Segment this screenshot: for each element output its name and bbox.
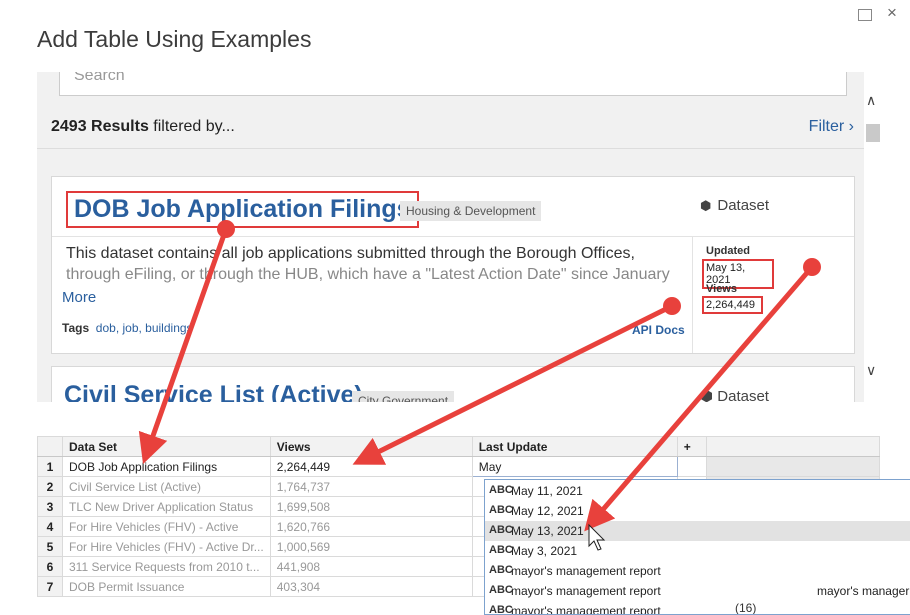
dataset-icon: ⬢: [700, 198, 712, 213]
results-suffix: filtered by...: [148, 118, 235, 135]
grid-cell[interactable]: TLC New Driver Application Status: [62, 496, 271, 517]
suggestion-item-selected[interactable]: ABC May 13, 2021: [485, 521, 910, 541]
card-title-link[interactable]: DOB Job Application Filings: [66, 191, 419, 228]
grid-cell[interactable]: 2,264,449: [269, 456, 473, 477]
suggestion-text: May 3, 2021: [511, 544, 578, 558]
text-type-icon: ABC: [489, 564, 513, 576]
suggestion-item[interactable]: ABC mayor's management report mayor's ma…: [485, 581, 910, 601]
divider: [52, 236, 854, 237]
text-type-icon: ABC: [489, 484, 513, 496]
grid-cell[interactable]: 1,000,569: [269, 536, 473, 557]
scrollbar-thumb[interactable]: [866, 124, 880, 142]
add-column-button[interactable]: +: [676, 436, 707, 457]
close-icon[interactable]: ×: [887, 3, 897, 23]
tags-row: Tags dob, job, buildings: [62, 321, 193, 335]
suggestion-item[interactable]: ABC May 12, 2021: [485, 501, 910, 521]
filter-link[interactable]: Filter ›: [809, 118, 854, 136]
text-type-icon: ABC: [489, 504, 513, 516]
card-title-link[interactable]: Civil Service List (Active): [64, 381, 363, 402]
search-placeholder: Search: [74, 72, 125, 84]
row-number: 2: [37, 476, 63, 497]
row-number: 5: [37, 536, 63, 557]
views-value: 2,264,449: [702, 296, 763, 314]
suggestion-text: May 11, 2021: [511, 484, 583, 498]
grid-cell[interactable]: 311 Service Requests from 2010 t...: [62, 556, 271, 577]
suggestion-item[interactable]: ABC May 3, 2021: [485, 541, 910, 561]
text-type-icon: ABC: [489, 544, 513, 556]
text-type-icon: ABC: [489, 524, 513, 536]
result-card: DOB Job Application Filings Housing & De…: [51, 176, 855, 354]
results-summary: 2493 Results filtered by...: [51, 118, 235, 136]
results-count: 2493 Results: [51, 118, 149, 135]
column-header[interactable]: Views: [269, 436, 473, 457]
tags-links[interactable]: dob, job, buildings: [96, 321, 193, 335]
autocomplete-dropdown: ABC May 11, 2021 ABC May 12, 2021 ABC Ma…: [484, 479, 910, 615]
text-type-icon: ABC: [489, 584, 513, 596]
grid-cell[interactable]: DOB Permit Issuance: [62, 576, 271, 597]
grid-cell[interactable]: For Hire Vehicles (FHV) - Active: [62, 516, 271, 537]
description-line: This dataset contains all job applicatio…: [66, 245, 635, 262]
suggestion-item[interactable]: ABC May 11, 2021: [485, 481, 910, 501]
suggestion-extra: mayor's manager: [817, 584, 910, 598]
empty-header: [705, 436, 880, 457]
api-docs-link[interactable]: API Docs: [632, 323, 685, 337]
dialog-title: Add Table Using Examples: [37, 26, 312, 52]
card-type-label: Dataset: [717, 388, 769, 402]
grid-cell[interactable]: [676, 456, 707, 477]
maximize-icon[interactable]: [858, 9, 872, 21]
grid-cell[interactable]: Civil Service List (Active): [62, 476, 271, 497]
suggestion-text: mayor's management report: [511, 604, 661, 615]
card-type: ⬢ Dataset: [700, 387, 769, 402]
text-type-icon: ABC: [489, 604, 513, 615]
browser-viewport: Search 2493 Results filtered by... Filte…: [37, 72, 864, 402]
suggestion-text: mayor's management report: [511, 564, 661, 578]
results-header: 2493 Results filtered by... Filter ›: [37, 108, 864, 148]
scroll-down-icon[interactable]: ∨: [866, 362, 876, 379]
corner-cell: [37, 436, 63, 457]
grid-cell[interactable]: For Hire Vehicles (FHV) - Active Dr...: [62, 536, 271, 557]
divider: [692, 236, 693, 353]
views-label: Views: [706, 283, 737, 295]
suggestion-text: May 12, 2021: [511, 504, 584, 518]
card-type-label: Dataset: [717, 197, 770, 214]
grid-cell[interactable]: 1,699,508: [269, 496, 473, 517]
tags-label: Tags: [62, 321, 90, 335]
dataset-icon: ⬢: [700, 388, 714, 402]
grid-cell[interactable]: 403,304: [269, 576, 473, 597]
row-number: 3: [37, 496, 63, 517]
grid-cell[interactable]: 441,908: [269, 556, 473, 577]
row-number: 7: [37, 576, 63, 597]
grid-cell[interactable]: 1,620,766: [269, 516, 473, 537]
more-link[interactable]: More: [62, 289, 96, 306]
suggestion-text: May 13, 2021: [511, 524, 584, 538]
suggestion-text: mayor's management report: [511, 584, 661, 598]
grid-empty: [705, 456, 880, 477]
divider: [37, 148, 864, 149]
column-header[interactable]: Data Set: [62, 436, 271, 457]
grid-cell[interactable]: DOB Job Application Filings: [62, 456, 271, 477]
grid-cell[interactable]: 1,764,737: [269, 476, 473, 497]
suggestion-item[interactable]: ABC mayor's management report: [485, 561, 910, 581]
card-type: ⬢ Dataset: [700, 197, 769, 214]
result-card: Civil Service List (Active) City Governm…: [51, 366, 855, 402]
column-header[interactable]: Last Update: [471, 436, 678, 457]
category-badge[interactable]: Housing & Development: [400, 201, 542, 221]
description-line: through eFiling, or through the HUB, whi…: [66, 266, 670, 283]
category-badge[interactable]: City Government: [352, 391, 455, 402]
grid-header-row: Data Set Views Last Update +: [37, 436, 880, 457]
search-input[interactable]: Search: [59, 72, 847, 96]
row-number: 4: [37, 516, 63, 537]
row-number: 1: [37, 456, 63, 477]
table-row: 1 DOB Job Application Filings 2,264,449 …: [37, 456, 880, 477]
scroll-up-icon[interactable]: ∧: [866, 92, 876, 109]
row-number: 6: [37, 556, 63, 577]
card-description: This dataset contains all job applicatio…: [66, 243, 678, 285]
updated-label: Updated: [706, 245, 750, 257]
grid-cell-editing[interactable]: May: [471, 456, 678, 477]
